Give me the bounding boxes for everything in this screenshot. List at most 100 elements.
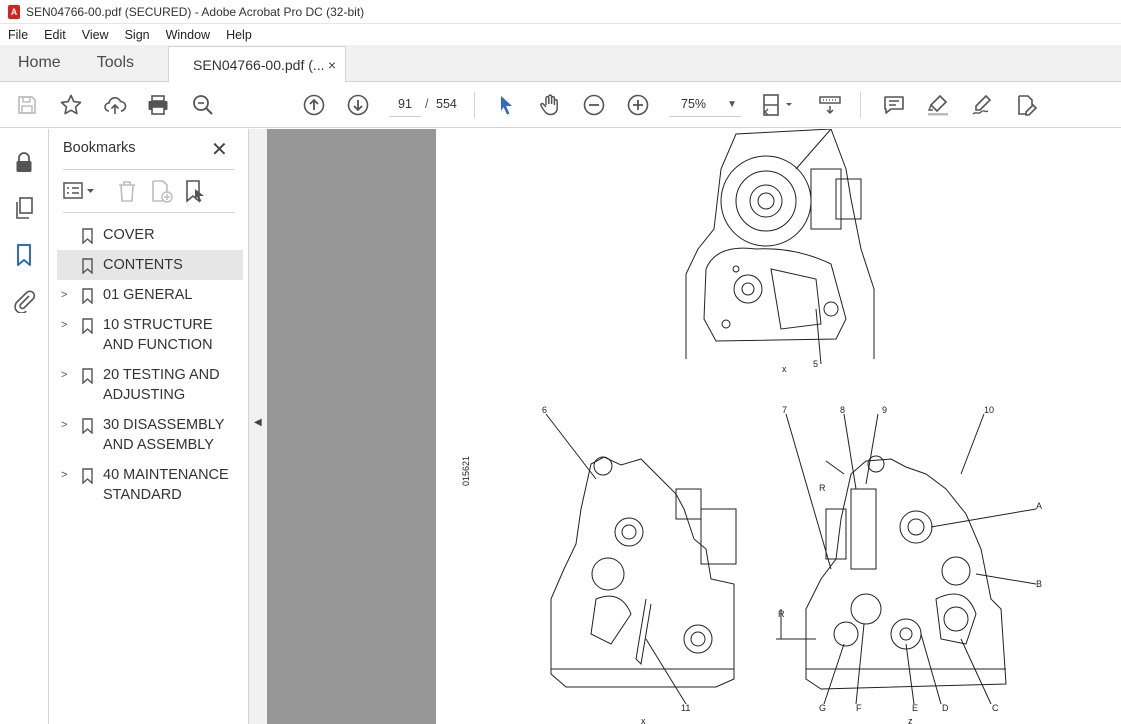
menu-help[interactable]: Help	[218, 28, 260, 42]
bookmark-item-disassembly-assembly[interactable]: > 30 DISASSEMBLY AND ASSEMBLY	[57, 410, 243, 460]
pages-icon[interactable]	[12, 196, 36, 220]
drawing-label: 7	[782, 405, 787, 415]
drawing-label: 9	[882, 405, 887, 415]
toolbar-divider	[474, 92, 475, 118]
bookmarks-title: Bookmarks	[63, 140, 136, 156]
expand-chevron-icon[interactable]: >	[61, 365, 71, 385]
drawing-label: A	[1036, 501, 1042, 511]
zoom-in-icon[interactable]	[626, 93, 650, 117]
close-icon[interactable]: ✕	[211, 137, 228, 162]
comment-icon[interactable]	[882, 93, 906, 117]
sign-icon[interactable]	[970, 93, 994, 117]
star-icon[interactable]	[59, 93, 83, 117]
select-pointer-icon[interactable]	[494, 93, 518, 117]
menu-file[interactable]: File	[0, 28, 36, 42]
edit-pdf-icon[interactable]	[1014, 93, 1038, 117]
highlight-icon[interactable]	[926, 93, 950, 117]
page-separator: /	[425, 97, 429, 111]
window-title: SEN04766-00.pdf (SECURED) - Adobe Acroba…	[26, 4, 365, 19]
tab-tools[interactable]: Tools	[79, 45, 152, 81]
bookmark-label: CONTENTS	[103, 257, 183, 273]
current-page-input[interactable]: 91	[389, 92, 421, 117]
hand-icon[interactable]	[538, 93, 562, 117]
zoom-select[interactable]: 75% ▼	[669, 92, 741, 117]
options-icon[interactable]	[63, 179, 97, 206]
tab-document-label: SEN04766-00.pdf (...	[193, 56, 325, 73]
bookmark-label: 20 TESTING AND ADJUSTING	[103, 367, 220, 403]
drawing-label: E	[912, 703, 918, 713]
bookmark-icon	[82, 368, 93, 384]
bookmark-list: COVER CONTENTS > 01 GENERAL > 10 STRUCTU…	[57, 220, 243, 510]
bookmark-icon	[82, 318, 93, 334]
tab-home[interactable]: Home	[0, 45, 79, 81]
title-bar: A SEN04766-00.pdf (SECURED) - Adobe Acro…	[0, 0, 1121, 24]
zoom-value: 75%	[681, 97, 707, 111]
toolbar-divider	[860, 92, 861, 118]
drawing-label: C	[992, 703, 999, 713]
bookmark-item-structure-function[interactable]: > 10 STRUCTURE AND FUNCTION	[57, 310, 243, 360]
new-bookmark-icon[interactable]	[149, 179, 173, 206]
bookmark-label: 10 STRUCTURE AND FUNCTION	[103, 317, 213, 353]
bookmark-icon	[82, 418, 93, 434]
panel-collapse-handle[interactable]: ◀	[249, 129, 267, 724]
drawing-label: x	[782, 364, 787, 374]
drawing-label: 6	[542, 405, 547, 415]
left-rail	[0, 129, 49, 724]
page-down-icon[interactable]	[346, 93, 370, 117]
drawing-label: R	[819, 483, 826, 493]
chevron-down-icon: ▼	[727, 99, 737, 110]
bookmark-item-contents[interactable]: CONTENTS	[57, 250, 243, 280]
bookmark-icon	[82, 228, 93, 244]
tab-close-icon[interactable]: ×	[328, 57, 336, 73]
delete-icon[interactable]	[115, 179, 139, 206]
bookmark-label: 40 MAINTENANCE STANDARD	[103, 467, 229, 503]
upload-icon[interactable]	[103, 93, 127, 117]
page-up-icon[interactable]	[302, 93, 326, 117]
menu-sign[interactable]: Sign	[117, 28, 158, 42]
bookmark-label: 30 DISASSEMBLY AND ASSEMBLY	[103, 417, 225, 453]
drawing-label: 5	[813, 359, 818, 369]
menu-edit[interactable]: Edit	[36, 28, 74, 42]
menu-view[interactable]: View	[74, 28, 117, 42]
engine-drawing: x 5 6 11 x 7 8 9 10 R A B C D E F G R z …	[461, 129, 1042, 724]
collapse-arrow-icon: ◀	[254, 417, 262, 428]
pdf-page: x 5 6 11 x 7 8 9 10 R A B C D E F G R z …	[436, 129, 1121, 724]
drawing-label: D	[942, 703, 949, 713]
search-zoom-icon[interactable]	[191, 93, 215, 117]
tab-bar: Home Tools SEN04766-00.pdf (... ×	[0, 45, 1121, 82]
expand-chevron-icon[interactable]: >	[61, 465, 71, 485]
drawing-label: B	[1036, 579, 1042, 589]
drawing-label: G	[819, 703, 826, 713]
save-icon[interactable]	[15, 93, 39, 117]
drawing-label: z	[908, 716, 913, 724]
bookmark-item-general[interactable]: > 01 GENERAL	[57, 280, 243, 310]
lock-icon[interactable]	[12, 150, 36, 174]
bookmark-icon	[82, 258, 93, 274]
print-icon[interactable]	[146, 93, 170, 117]
main-toolbar: 91 / 554 75% ▼	[0, 82, 1121, 128]
figure-id-label: 015621	[461, 456, 471, 486]
bookmark-panel-icon[interactable]	[12, 243, 36, 267]
bookmark-search-icon[interactable]	[183, 179, 207, 206]
bookmark-icon	[82, 468, 93, 484]
bookmarks-panel: Bookmarks ✕ COVER CONTENTS > 01 GENERAL	[49, 129, 249, 724]
zoom-out-icon[interactable]	[582, 93, 606, 117]
bookmark-label: COVER	[103, 227, 155, 243]
scroll-mode-icon[interactable]	[818, 93, 842, 117]
document-viewport[interactable]: x 5 6 11 x 7 8 9 10 R A B C D E F G R z …	[267, 129, 1121, 724]
bookmark-icon	[82, 288, 93, 304]
expand-chevron-icon[interactable]: >	[61, 415, 71, 435]
tab-document[interactable]: SEN04766-00.pdf (... ×	[168, 46, 347, 82]
attachment-icon[interactable]	[12, 289, 36, 314]
drawing-label: 10	[984, 405, 994, 415]
expand-chevron-icon[interactable]: >	[61, 315, 71, 335]
bookmark-item-testing-adjusting[interactable]: > 20 TESTING AND ADJUSTING	[57, 360, 243, 410]
bookmark-item-cover[interactable]: COVER	[57, 220, 243, 250]
bookmark-item-maintenance-standard[interactable]: > 40 MAINTENANCE STANDARD	[57, 460, 243, 510]
bookmark-tools	[63, 179, 243, 203]
page-fit-icon[interactable]	[761, 93, 797, 117]
divider	[63, 169, 235, 170]
menu-window[interactable]: Window	[158, 28, 218, 42]
total-pages: 554	[436, 97, 457, 111]
expand-chevron-icon[interactable]: >	[61, 285, 71, 305]
